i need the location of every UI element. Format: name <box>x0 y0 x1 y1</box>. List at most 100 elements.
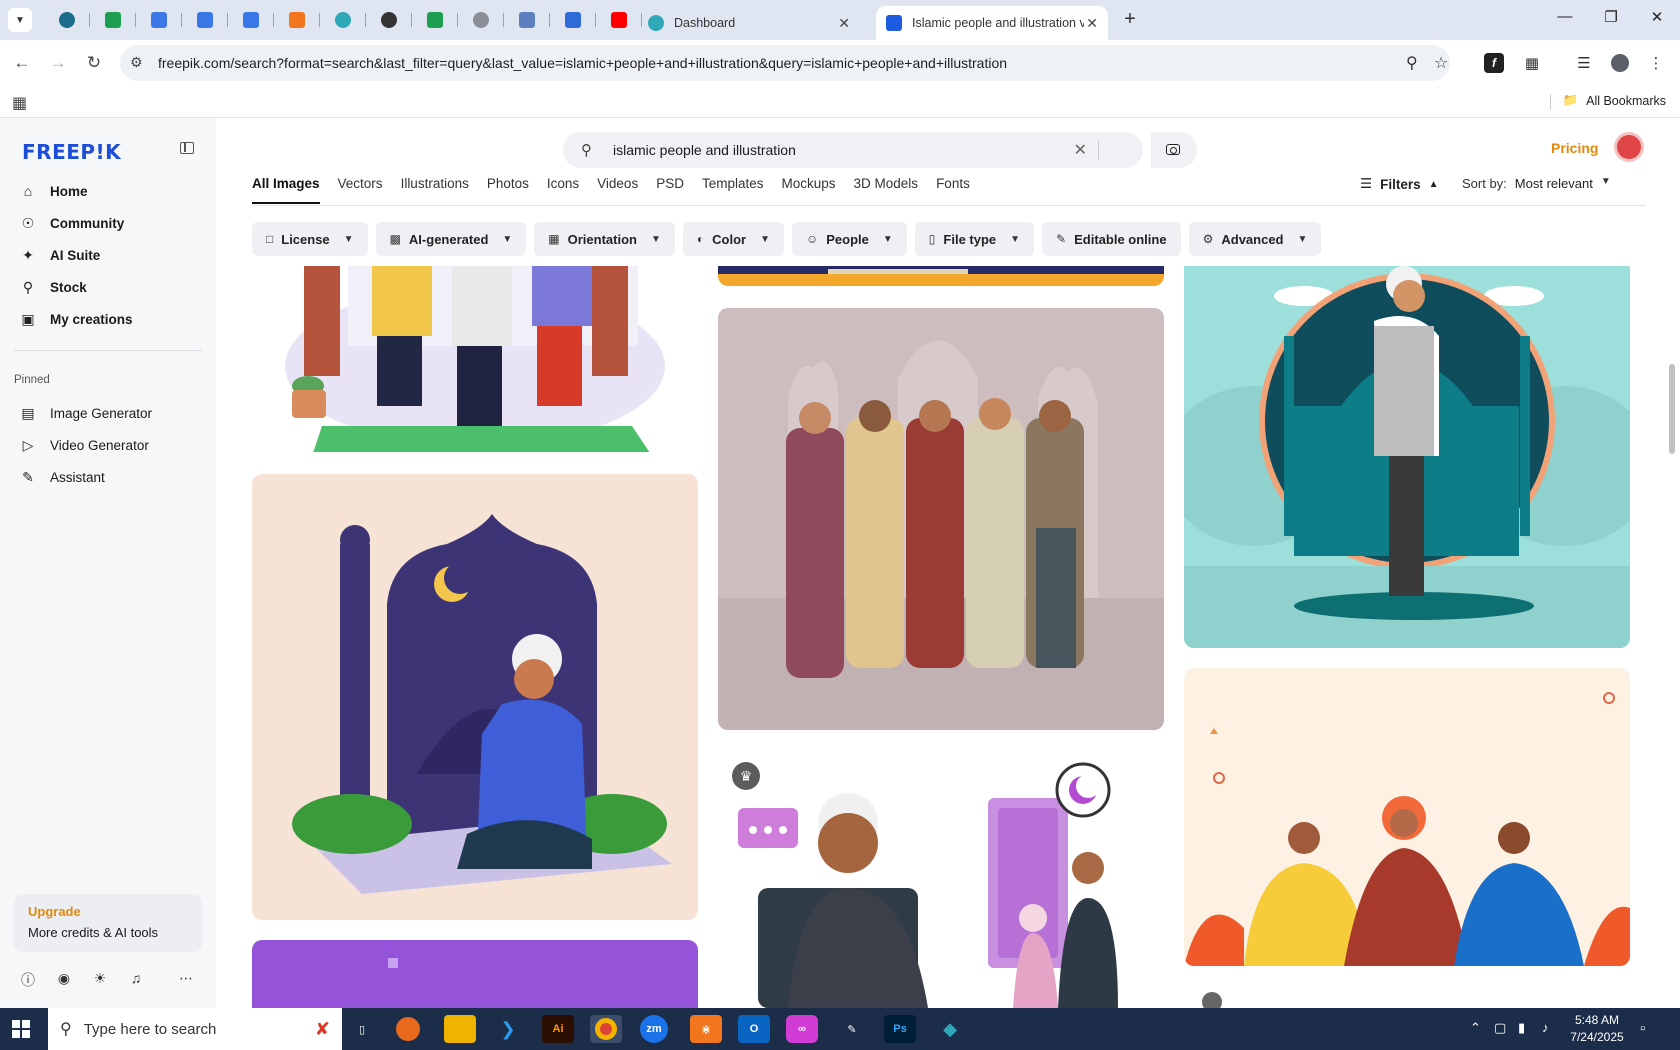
notification-center-icon[interactable]: ▫ <box>1640 1020 1645 1037</box>
license-filter[interactable]: □ License ▼ <box>252 222 368 256</box>
sidebar-item-assistant[interactable]: ✎ Assistant <box>14 462 204 492</box>
task-view-icon[interactable]: ▯ <box>346 1015 378 1043</box>
search-input[interactable]: islamic people and illustration <box>613 142 796 158</box>
pinned-tab[interactable] <box>412 8 458 32</box>
image-search-button[interactable] <box>1151 132 1197 168</box>
creative-cloud-icon[interactable]: ∞ <box>786 1015 818 1043</box>
new-tab-icon[interactable]: + <box>1118 8 1142 31</box>
sidebar-item-ai-suite[interactable]: ✦ AI Suite <box>14 240 204 270</box>
battery-icon[interactable]: ▢ <box>1494 1020 1506 1036</box>
tab-all-images[interactable]: All Images <box>252 176 320 204</box>
result-image-card[interactable] <box>252 474 698 920</box>
clear-search-icon[interactable]: ✕ <box>1074 140 1087 160</box>
pricing-link[interactable]: Pricing <box>1551 140 1598 156</box>
tab-psd[interactable]: PSD <box>656 176 684 204</box>
xampp-icon[interactable]: ⋇ <box>690 1015 722 1043</box>
ai-generated-filter[interactable]: ▩ AI-generated ▼ <box>375 222 527 256</box>
pen-tool-icon[interactable]: ✎ <box>836 1015 868 1043</box>
photoshop-icon[interactable]: Ps <box>884 1015 916 1043</box>
file-type-filter[interactable]: ▯ File type ▼ <box>914 222 1035 256</box>
system-clock[interactable]: 5:48 AM 7/24/2025 <box>1562 1012 1632 1046</box>
minimize-icon[interactable]: — <box>1542 8 1588 25</box>
pinned-tab[interactable] <box>550 8 596 32</box>
close-window-icon[interactable]: ✕ <box>1634 8 1680 26</box>
tray-chevron-up-icon[interactable]: ⌃ <box>1470 1020 1481 1036</box>
discord-icon[interactable]: ◉ <box>54 970 74 987</box>
orientation-filter[interactable]: ▦ Orientation ▼ <box>534 222 675 256</box>
result-image-card[interactable] <box>252 266 698 452</box>
search-bar[interactable]: ⚲ islamic people and illustration ✕ <box>563 132 1143 168</box>
tab-photos[interactable]: Photos <box>487 176 529 204</box>
tab-illustrations[interactable]: Illustrations <box>401 176 469 204</box>
freepik-logo[interactable]: FREEP!K <box>22 140 121 164</box>
zoom-app-icon[interactable]: zm <box>640 1015 668 1043</box>
sidebar-item-stock[interactable]: ⚲ Stock <box>14 272 204 302</box>
result-image-card[interactable] <box>718 266 1164 286</box>
volume-icon[interactable]: ♪ <box>1542 1020 1549 1035</box>
pinned-tab[interactable] <box>44 8 90 32</box>
filters-toggle[interactable]: ☰ Filters ▲ <box>1360 176 1439 192</box>
pinned-tab[interactable] <box>596 8 642 32</box>
result-image-card[interactable] <box>718 308 1164 730</box>
color-filter[interactable]: ◐ Color ▼ <box>682 222 784 256</box>
avatar[interactable] <box>1614 132 1644 162</box>
pinned-tab[interactable] <box>136 8 182 32</box>
result-image-card[interactable]: ♛ <box>718 748 1164 1008</box>
sidebar-item-my-creations[interactable]: ▣ My creations <box>14 304 204 334</box>
apps-grid-icon[interactable]: ▦ <box>12 93 27 113</box>
theme-sun-icon[interactable]: ☀ <box>90 970 110 987</box>
editable-online-filter[interactable]: ✎ Editable online <box>1042 222 1181 256</box>
result-image-card[interactable] <box>252 940 698 1008</box>
pinned-tab[interactable] <box>228 8 274 32</box>
advanced-filter[interactable]: ⚙ Advanced ▼ <box>1188 222 1322 256</box>
zoom-icon[interactable]: ⚲ <box>1406 53 1418 73</box>
people-filter[interactable]: ☺ People ▼ <box>792 222 907 256</box>
profile-icon[interactable] <box>1608 51 1632 75</box>
tab-vectors[interactable]: Vectors <box>338 176 383 204</box>
result-image-card[interactable] <box>1184 988 1630 1008</box>
tab-icons[interactable]: Icons <box>547 176 579 204</box>
address-bar[interactable]: ⚙ freepik.com/search?format=search&last_… <box>120 45 1450 81</box>
more-options-icon[interactable]: ⋯ <box>176 970 196 987</box>
sidebar-item-home[interactable]: ⌂ Home <box>14 176 204 206</box>
site-info-icon[interactable]: ⚙ <box>130 54 143 71</box>
close-icon[interactable]: ✕ <box>1086 15 1098 32</box>
notifications-bell-icon[interactable]: ♫ <box>126 970 146 986</box>
tab-fonts[interactable]: Fonts <box>936 176 970 204</box>
tab-freepik-search[interactable]: Islamic people and illustration v ✕ <box>876 6 1108 40</box>
page-scrollbar[interactable] <box>1666 118 1680 1008</box>
media-control-icon[interactable]: ☰ <box>1572 51 1596 75</box>
pinned-tab[interactable] <box>90 8 136 32</box>
upgrade-card[interactable]: Upgrade More credits & AI tools <box>14 894 202 952</box>
bookmark-star-icon[interactable]: ☆ <box>1434 53 1448 73</box>
tab-mockups[interactable]: Mockups <box>782 176 836 204</box>
result-image-card[interactable] <box>1184 668 1630 966</box>
back-icon[interactable]: ← <box>10 51 34 75</box>
collapse-sidebar-icon[interactable] <box>180 142 194 154</box>
extension-icon[interactable]: f <box>1484 53 1504 73</box>
tab-3d-models[interactable]: 3D Models <box>854 176 919 204</box>
outlook-icon[interactable]: O <box>738 1015 770 1043</box>
vscode-icon[interactable]: ❯ <box>492 1015 524 1043</box>
network-icon[interactable]: ▮ <box>1518 1020 1525 1036</box>
pinned-tab[interactable] <box>366 8 412 32</box>
taskbar-search[interactable]: ⚲ Type here to search ✘ <box>48 1008 342 1050</box>
restore-icon[interactable]: ❐ <box>1588 8 1634 26</box>
tab-videos[interactable]: Videos <box>597 176 638 204</box>
pinned-tab[interactable] <box>274 8 320 32</box>
sort-dropdown[interactable]: Sort by: Most relevant ▼ <box>1462 176 1611 191</box>
sidebar-item-video-generator[interactable]: ▷ Video Generator <box>14 430 204 460</box>
illustrator-icon[interactable]: Ai <box>542 1015 574 1043</box>
windows-start-icon[interactable] <box>12 1020 30 1038</box>
firefox-icon[interactable] <box>396 1017 420 1041</box>
tab-dashboard[interactable]: Dashboard ✕ <box>638 6 860 40</box>
url-text[interactable]: freepik.com/search?format=search&last_fi… <box>158 55 1007 71</box>
help-icon[interactable]: ⓘ <box>18 970 38 990</box>
tab-search-icon[interactable]: ▼ <box>8 8 32 32</box>
result-image-card[interactable] <box>1184 266 1630 648</box>
pinned-tab[interactable] <box>320 8 366 32</box>
file-explorer-icon[interactable] <box>444 1015 476 1043</box>
forward-icon[interactable]: → <box>46 51 70 75</box>
pinned-tab[interactable] <box>504 8 550 32</box>
app-icon[interactable]: ◆ <box>934 1015 966 1043</box>
